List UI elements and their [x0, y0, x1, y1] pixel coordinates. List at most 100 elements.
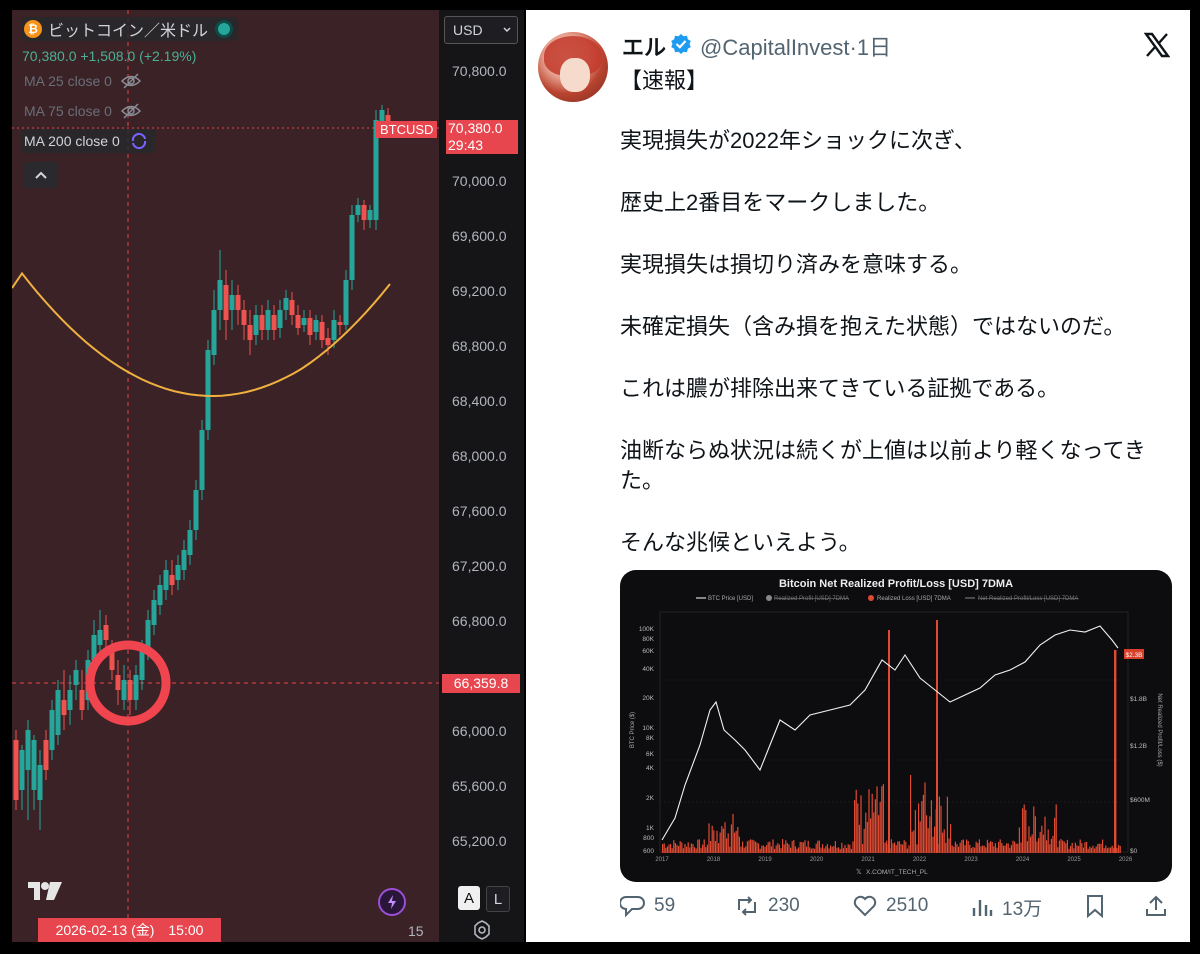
loss-bar: [830, 845, 832, 853]
price-tick: 68,000.0: [452, 448, 507, 464]
loss-bar: [716, 830, 718, 853]
loss-bar: [1057, 847, 1059, 853]
loss-bar: [1082, 847, 1084, 853]
loss-bar: [1041, 825, 1043, 853]
loss-bar: [1095, 846, 1097, 853]
loss-bar: [746, 841, 748, 853]
price-tick: 65,200.0: [452, 833, 507, 849]
loss-bar: [1100, 843, 1102, 853]
loss-bar: [878, 815, 880, 853]
loss-bar: [873, 812, 875, 853]
price-tick: 70,800.0: [452, 63, 507, 79]
loss-bar: [1073, 848, 1075, 853]
bookmark-button[interactable]: [1084, 894, 1114, 918]
market-status-dot: [218, 23, 231, 35]
loss-bar: [822, 844, 824, 853]
loss-bar: [1106, 848, 1108, 853]
loss-bar: [812, 848, 814, 853]
loss-bar: [1049, 844, 1051, 853]
loss-bar: [1090, 847, 1092, 853]
loss-bar: [807, 840, 809, 853]
lightning-icon[interactable]: [378, 888, 406, 916]
trading-chart-panel[interactable]: ₿ ビットコイン／米ドル 70,380.0 +1,508.0 (+2.19%) …: [12, 10, 524, 942]
loss-bar: [732, 813, 734, 853]
loss-bar: [879, 801, 881, 853]
embedded-chart-image[interactable]: Bitcoin Net Realized Profit/Loss [USD] 7…: [620, 570, 1172, 882]
loss-bar: [1062, 840, 1064, 853]
loss-bar: [1001, 842, 1003, 853]
loss-bar: [862, 844, 864, 853]
loss-bar: [770, 846, 772, 853]
currency-select[interactable]: USD: [444, 16, 518, 44]
repost-button[interactable]: 230: [734, 894, 800, 918]
embedded-chart-title: Bitcoin Net Realized Profit/Loss [USD] 7…: [779, 578, 1013, 590]
loss-bar: [743, 847, 745, 853]
loss-bar: [665, 847, 667, 853]
settings-gear-icon[interactable]: [472, 920, 492, 940]
loss-bar: [858, 824, 860, 853]
loss-bar: [775, 845, 777, 853]
loss-bar: [914, 810, 916, 853]
x-logo-icon[interactable]: [1144, 32, 1170, 58]
x-tick: 2026: [1119, 857, 1133, 863]
loss-bar: [1084, 842, 1086, 853]
loss-bar: [1087, 848, 1089, 853]
tweet-paragraph: そんな兆候といえよう。: [620, 530, 861, 555]
price-tick: 67,200.0: [452, 558, 507, 574]
loss-bar: [865, 812, 867, 853]
loss-bar: [1070, 845, 1072, 853]
symbol-header[interactable]: ₿ ビットコイン／米ドル: [22, 17, 239, 41]
loss-bar: [815, 843, 817, 853]
loss-bar: [897, 841, 899, 853]
left-tick: 60K: [642, 648, 654, 655]
loss-bar: [788, 844, 790, 853]
avatar[interactable]: [538, 32, 608, 102]
indicator-ma75[interactable]: MA 75 close 0: [22, 99, 148, 123]
x-logo-icon: 𝕏: [856, 868, 862, 876]
candle: [349, 205, 355, 290]
price-tick: 68,800.0: [452, 338, 507, 354]
indicator-ma25[interactable]: MA 25 close 0: [22, 69, 148, 93]
bar-countdown: 29:43: [448, 137, 484, 153]
loss-bar: [790, 847, 792, 853]
loss-bar: [698, 839, 700, 853]
collapse-legend-button[interactable]: [24, 162, 58, 188]
loss-bar: [954, 841, 956, 853]
loss-bar: [705, 847, 707, 853]
loss-bar: [820, 847, 822, 853]
loss-bar: [1038, 838, 1040, 853]
handle-and-time[interactable]: @CapitalInvest·1日: [700, 30, 891, 62]
tweet-paragraph: 歴史上2番目をマークしました。: [620, 190, 941, 215]
loss-bar: [847, 844, 849, 853]
left-tick: 600: [643, 848, 654, 855]
auto-scale-button[interactable]: A: [458, 886, 480, 910]
loss-bar: [839, 848, 841, 853]
loss-bar: [898, 841, 900, 853]
share-icon: [1146, 895, 1166, 916]
eye-hidden-icon[interactable]: [120, 102, 142, 120]
last-price-tag: 70,380.0 29:43: [446, 120, 518, 154]
watermark: X.COM/IT_TECH_PL: [866, 869, 928, 876]
loss-bar: [783, 844, 785, 853]
loss-bar: [767, 842, 769, 853]
loss-bar: [1044, 816, 1046, 853]
loss-bar: [684, 844, 686, 853]
display-name[interactable]: エル: [622, 30, 666, 62]
indicator-ma200[interactable]: MA 200 close 0: [22, 129, 156, 153]
views-button[interactable]: 13万: [970, 894, 1042, 921]
loss-bar: [794, 846, 796, 853]
reply-button[interactable]: 59: [620, 894, 675, 918]
like-button[interactable]: 2510: [852, 894, 928, 918]
loss-bar: [833, 846, 835, 853]
indicator-label: MA 200 close 0: [24, 133, 120, 149]
loss-bar: [730, 824, 732, 853]
loss-bar: [663, 843, 665, 853]
analytics-icon: [972, 899, 993, 916]
eye-hidden-icon[interactable]: [120, 72, 142, 90]
time-axis-label: 15: [408, 923, 424, 939]
tweet-card[interactable]: エル @CapitalInvest·1日 【速報】 実現損失が2022年ショック…: [526, 10, 1190, 942]
log-scale-button[interactable]: L: [486, 886, 510, 912]
share-button[interactable]: [1144, 894, 1176, 918]
loss-bar: [980, 846, 982, 853]
x-tick: 2021: [861, 857, 875, 863]
